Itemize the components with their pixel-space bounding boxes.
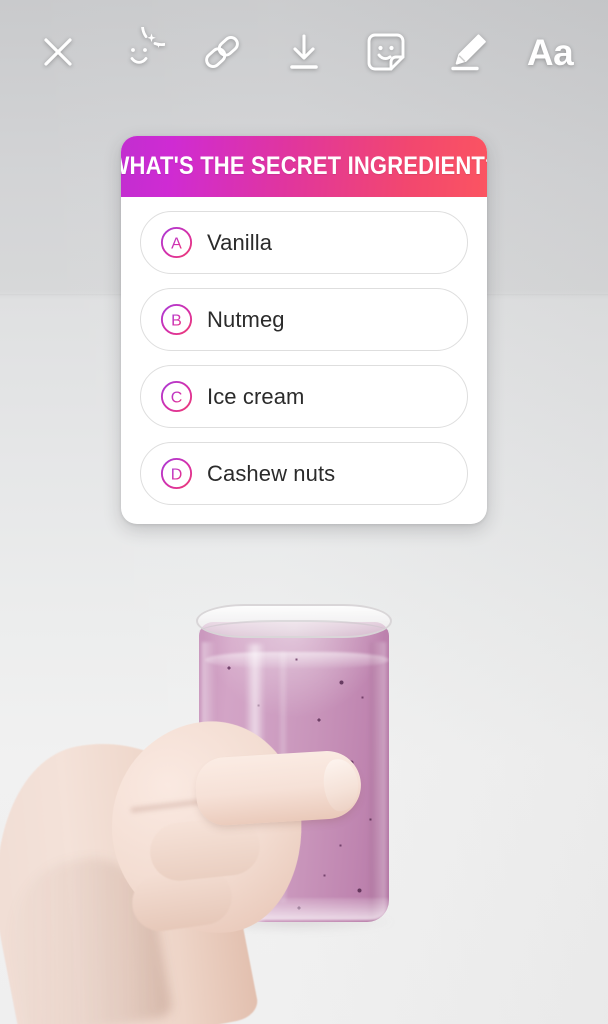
svg-text:A: A [171,235,182,252]
option-letter-badge-b: B [160,303,193,336]
jar-right-edge [370,642,386,922]
quiz-option-b[interactable]: B Nutmeg [140,288,468,351]
option-label-d: Cashew nuts [207,460,336,486]
option-label-b: Nutmeg [207,306,285,332]
svg-text:D: D [171,466,183,483]
draw-icon[interactable] [438,22,498,82]
option-label-a: Vanilla [207,229,273,255]
quiz-options-list: A Vanilla B Nutmeg C Ice cream D Cashew … [121,197,487,524]
quiz-option-d[interactable]: D Cashew nuts [140,442,468,505]
link-icon[interactable] [192,22,252,82]
effects-icon[interactable] [110,22,170,82]
svg-text:B: B [171,312,182,329]
quiz-question: What's the secret ingredient? [121,152,487,180]
jar-thread [198,620,390,646]
option-letter-badge-a: A [160,226,193,259]
svg-text:C: C [171,389,183,406]
story-toolbar: Aa [0,0,608,104]
close-icon[interactable] [28,22,88,82]
option-label-c: Ice cream [207,383,305,409]
quiz-sticker[interactable]: What's the secret ingredient? [121,136,487,524]
text-tool-label: Aa [526,31,574,73]
story-editor-screen: Aa What's the secret ingredient? [0,0,608,1024]
sticker-icon[interactable] [356,22,416,82]
quiz-header: What's the secret ingredient? [121,136,487,197]
option-letter-badge-d: D [160,457,193,490]
quiz-option-a[interactable]: A Vanilla [140,211,468,274]
quiz-option-c[interactable]: C Ice cream [140,365,468,428]
text-icon[interactable]: Aa [520,22,580,82]
option-letter-badge-c: C [160,380,193,413]
save-icon[interactable] [274,22,334,82]
